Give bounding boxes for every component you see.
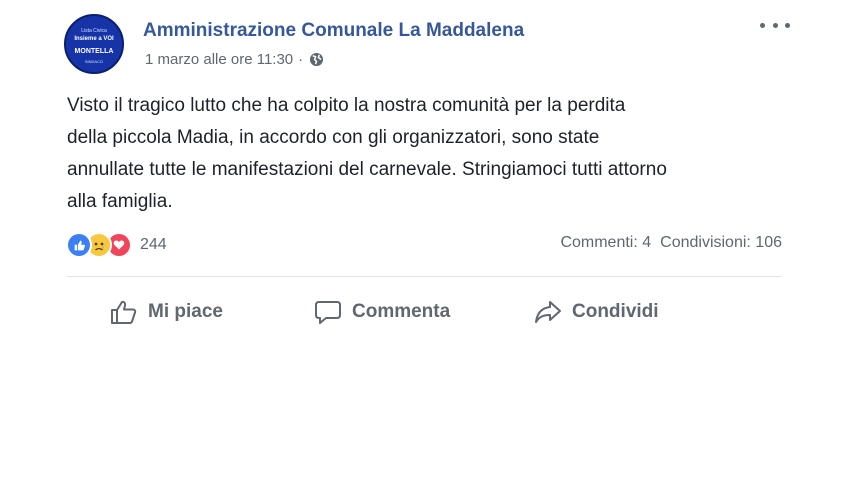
avatar-text-line2: Insieme a VOI — [74, 36, 114, 42]
post-body-line: della piccola Madia, in accordo con gli … — [67, 127, 600, 148]
comment-bubble-icon — [315, 301, 341, 324]
avatar-text-line3: MONTELLA — [74, 48, 114, 55]
shares-count-link[interactable]: Condivisioni: 106 — [660, 234, 782, 252]
avatar-text-line1: Lista Civica — [81, 28, 107, 34]
avatar-text-line4: SINDACO — [84, 59, 104, 64]
like-reaction-icon — [66, 232, 92, 258]
globe-icon[interactable] — [309, 52, 324, 67]
post-body: Visto il tragico lutto che ha colpito la… — [67, 90, 797, 218]
post-body-line: annullate tutte le manifestazioni del ca… — [67, 159, 667, 180]
post-body-line: Visto il tragico lutto che ha colpito la… — [67, 95, 626, 116]
comments-count-link[interactable]: Commenti: 4 — [560, 234, 651, 252]
reactions-count[interactable]: 244 — [140, 236, 167, 254]
reactions-summary[interactable]: 244 — [66, 232, 167, 258]
engagement-stats: Commenti: 4 Condivisioni: 106 — [560, 234, 782, 252]
page-name-link[interactable]: Amministrazione Comunale La Maddalena — [143, 20, 524, 42]
share-arrow-icon — [535, 301, 561, 323]
like-button[interactable]: Mi piace — [110, 290, 223, 334]
divider — [66, 276, 782, 277]
post-body-line: alla famiglia. — [67, 191, 173, 212]
facebook-post: Lista Civica Insieme a VOI MONTELLA SIND… — [0, 0, 854, 480]
page-avatar[interactable]: Lista Civica Insieme a VOI MONTELLA SIND… — [64, 14, 124, 74]
post-meta: 1 marzo alle ore 11:30 · — [145, 51, 324, 68]
comment-button[interactable]: Commenta — [314, 290, 450, 334]
more-options-icon[interactable] — [760, 18, 790, 32]
thumbs-up-icon — [111, 300, 137, 324]
post-actions-bar: Mi piace Commenta Condividi — [66, 290, 782, 334]
share-button[interactable]: Condividi — [534, 290, 659, 334]
comment-button-label: Commenta — [352, 301, 451, 322]
like-button-label: Mi piace — [148, 301, 223, 322]
post-timestamp[interactable]: 1 marzo alle ore 11:30 — [145, 51, 293, 68]
meta-separator: · — [298, 51, 304, 68]
share-button-label: Condividi — [572, 301, 659, 322]
